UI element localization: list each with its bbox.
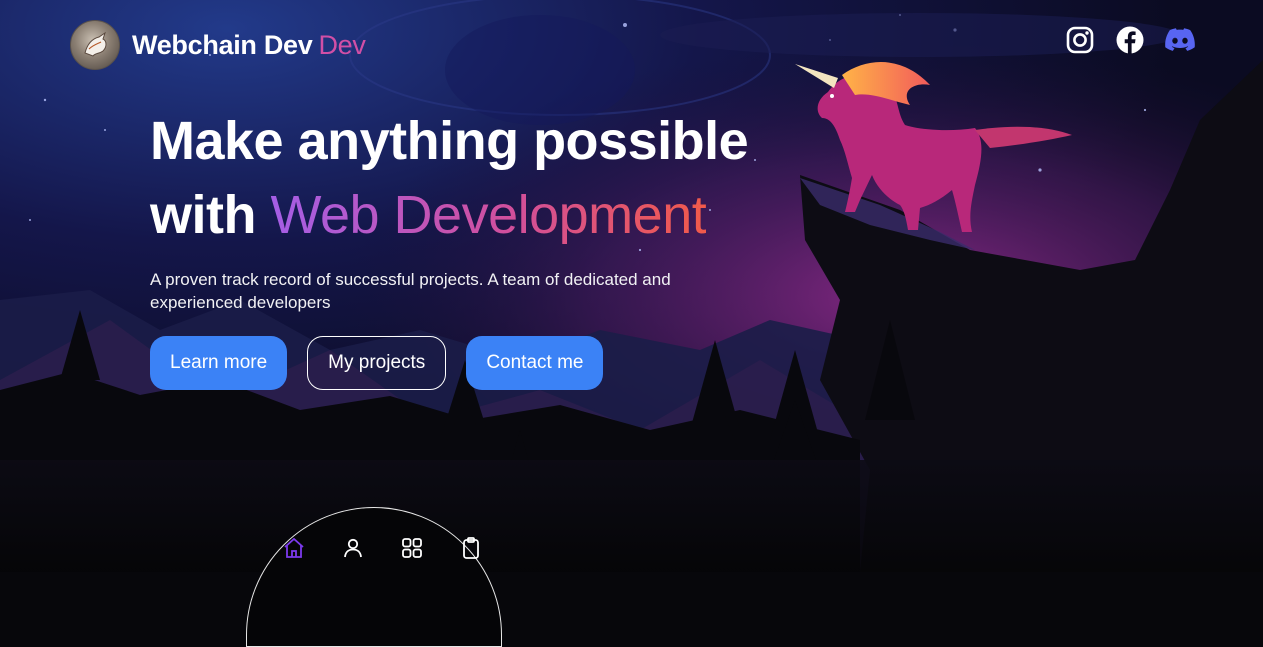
- instagram-icon[interactable]: [1065, 25, 1095, 55]
- learn-more-button[interactable]: Learn more: [150, 336, 288, 390]
- user-icon[interactable]: [323, 532, 382, 564]
- hero-title-highlight: Web Development: [270, 185, 707, 245]
- hero-subtitle: A proven track record of successful proj…: [150, 270, 671, 312]
- grid-icon[interactable]: [382, 532, 441, 564]
- hero-title-with: with: [150, 185, 256, 245]
- social-links: [1065, 25, 1195, 55]
- hero-title: Make anything possible with Web Developm…: [150, 104, 749, 252]
- contact-me-button[interactable]: Contact me: [466, 336, 604, 390]
- my-projects-button[interactable]: My projects: [307, 336, 447, 390]
- hero-title-line1: Make anything possible: [150, 111, 749, 171]
- facebook-icon[interactable]: [1115, 25, 1145, 55]
- bottom-nav-items: [264, 532, 500, 564]
- clipboard-icon[interactable]: [441, 532, 500, 564]
- hero-buttons: Learn more My projects Contact me: [150, 336, 604, 390]
- discord-icon[interactable]: [1165, 25, 1195, 55]
- brand-link[interactable]: Webchain Dev Dev: [70, 20, 366, 70]
- brand-name: Webchain Dev Dev: [132, 29, 366, 60]
- brand-accent: Dev: [318, 29, 366, 60]
- home-icon[interactable]: [264, 532, 323, 564]
- horse-logo-icon: [70, 20, 120, 70]
